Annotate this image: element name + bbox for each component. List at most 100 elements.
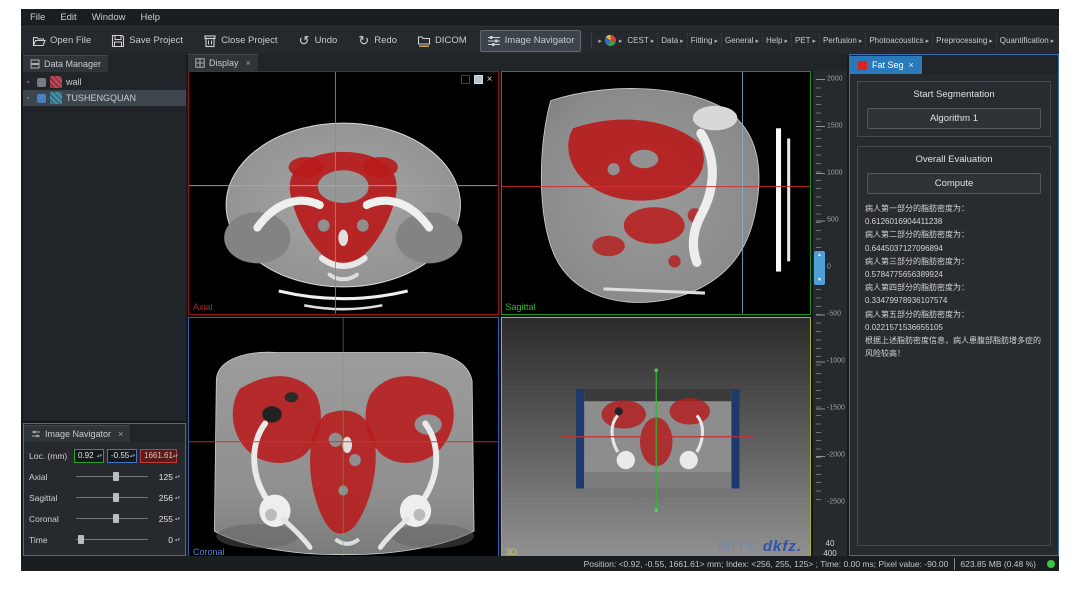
menu-preprocessing[interactable]: Preprocessing▸ <box>933 33 997 49</box>
dicom-label: DICOM <box>435 35 467 46</box>
menu-segmentation[interactable]: Segmentation▸ <box>1058 33 1059 49</box>
fat-seg-tab-label: Fat Seg <box>872 60 904 70</box>
open-file-icon <box>32 34 46 48</box>
lw-tick-label: -2000 <box>827 452 845 459</box>
submenu-arrow-icon: ▸ <box>755 37 759 45</box>
menu-perfusion[interactable]: Perfusion▸ <box>820 33 866 49</box>
slider-handle[interactable] <box>113 493 119 502</box>
redo-button[interactable]: ↻ Redo <box>350 30 404 51</box>
submenu-arrow-icon: ▸ <box>926 37 930 45</box>
sagittal-slider[interactable] <box>76 491 148 504</box>
spinner-arrows-icon[interactable]: ▴▾ <box>173 454 178 458</box>
menu-help[interactable]: Help <box>140 12 160 23</box>
overall-evaluation-title: Overall Evaluation <box>863 152 1045 173</box>
lw-tick-label: 2000 <box>827 76 843 83</box>
save-project-button[interactable]: Save Project <box>104 30 190 52</box>
coronal-slider-row: Coronal 255 ▴▾ <box>26 508 183 529</box>
sagittal-ct-image <box>502 72 811 314</box>
location-row: Loc. (mm) 0.92▴▾ -0.55▴▾ 1661.61▴▾ <box>26 445 183 466</box>
undo-button[interactable]: ↺ Undo <box>291 30 345 51</box>
spinner-arrows-icon[interactable]: ▴▾ <box>130 454 135 458</box>
coronal-view[interactable]: Coronal <box>188 317 499 561</box>
level-window-slider[interactable]: 2000 1500 1000 500 0 -500 -1000 -1500 -2… <box>813 71 847 560</box>
close-project-label: Close Project <box>221 35 278 46</box>
menu-photoacoustics[interactable]: Photoacoustics▸ <box>866 33 933 49</box>
spinner-arrows-icon[interactable]: ▴▾ <box>175 538 180 542</box>
time-slider[interactable] <box>76 533 148 546</box>
threed-view[interactable]: 3D MITK dkfz. <box>501 317 812 561</box>
tab-image-navigator[interactable]: Image Navigator × <box>24 425 130 442</box>
coronal-slider[interactable] <box>76 512 148 525</box>
lw-slider-handle[interactable]: ▲▼ <box>814 251 825 285</box>
menu-general[interactable]: General▸ <box>722 33 763 49</box>
undo-icon: ↺ <box>298 34 311 47</box>
spinner-arrows-icon[interactable]: ▴▾ <box>175 496 180 500</box>
slider-handle[interactable] <box>113 514 119 523</box>
menu-fitting[interactable]: Fitting▸ <box>688 33 722 49</box>
loc-x-spinbox[interactable]: 0.92▴▾ <box>74 449 104 463</box>
data-node-wall[interactable]: ▪ wall <box>23 74 186 90</box>
image-node-icon <box>50 92 62 104</box>
lw-tick-label: 0 <box>827 264 831 271</box>
tree-expander-icon[interactable]: ▪ <box>27 79 33 86</box>
axial-slider[interactable] <box>76 470 148 483</box>
image-navigator-label: Image Navigator <box>505 35 575 46</box>
tab-fat-seg[interactable]: Fat Seg × <box>850 56 922 74</box>
slider-handle[interactable] <box>113 472 119 481</box>
mitk-workbench-window: File Edit Window Help Open File Save Pro… <box>21 9 1059 571</box>
main-toolbar: Open File Save Project Close Project ↺ U… <box>21 26 1059 54</box>
menu-quantification[interactable]: Quantification▸ <box>997 33 1058 49</box>
close-tab-icon[interactable]: × <box>118 429 123 439</box>
submenu-arrow-icon: ▸ <box>813 37 817 45</box>
visibility-checkbox-on[interactable] <box>37 94 46 103</box>
quad-view-grid: × Axial <box>188 71 847 560</box>
tab-display[interactable]: Display × <box>188 54 258 71</box>
sagittal-view[interactable]: Sagittal <box>501 71 812 315</box>
toolbar-separator <box>591 33 592 49</box>
compute-button[interactable]: Compute <box>867 173 1042 194</box>
display-tab-icon <box>195 58 205 68</box>
image-navigator-tab-label: Image Navigator <box>45 429 111 439</box>
image-navigator-button[interactable]: Image Navigator <box>480 30 582 52</box>
menu-window[interactable]: Window <box>92 12 126 23</box>
open-file-button[interactable]: Open File <box>25 30 98 52</box>
menu-edit[interactable]: Edit <box>60 12 76 23</box>
menu-file[interactable]: File <box>30 12 45 23</box>
cursor-position-readout: Position: <0.92, -0.55, 1661.61> mm; Ind… <box>584 559 949 569</box>
spinner-arrows-icon[interactable]: ▴▾ <box>175 475 180 479</box>
level-value[interactable]: 40 <box>813 539 847 549</box>
visibility-checkbox-off[interactable] <box>37 78 46 87</box>
toolbar-extension-arrow[interactable]: ▸ <box>596 37 604 45</box>
time-slider-row: Time 0 ▴▾ <box>26 529 183 550</box>
fullscreen-icon[interactable]: × <box>487 75 493 84</box>
loc-z-spinbox[interactable]: 1661.61▴▾ <box>140 449 177 463</box>
lw-tick-label: -2500 <box>827 499 845 506</box>
close-project-button[interactable]: Close Project <box>196 30 285 52</box>
menu-pet[interactable]: PET▸ <box>792 33 820 49</box>
tab-data-manager[interactable]: Data Manager <box>23 55 108 72</box>
pin-icon[interactable] <box>461 75 470 84</box>
menu-help[interactable]: Help▸ <box>763 33 792 49</box>
loc-y-spinbox[interactable]: -0.55▴▾ <box>107 449 137 463</box>
axial-view[interactable]: × Axial <box>188 71 499 315</box>
menu-cest[interactable]: CEST▸ <box>624 33 658 49</box>
close-tab-icon[interactable]: × <box>246 58 251 68</box>
color-wheel-menu-arrow[interactable]: ▸ <box>617 37 625 45</box>
menu-data[interactable]: Data▸ <box>658 33 687 49</box>
spinner-arrows-icon[interactable]: ▴▾ <box>97 454 102 458</box>
spinner-arrows-icon[interactable]: ▴▾ <box>175 517 180 521</box>
slider-handle[interactable] <box>78 535 84 544</box>
result-line: 病人第四部分的脂肪密度为：0.33479978936107574 <box>865 281 1043 307</box>
submenu-arrow-icon: ▸ <box>680 37 684 45</box>
data-manager-tab-label: Data Manager <box>44 59 101 69</box>
close-tab-icon[interactable]: × <box>909 60 914 70</box>
color-wheel-icon[interactable] <box>604 34 617 47</box>
result-line: 病人第二部分的脂肪密度为：0.6445037127096894 <box>865 228 1043 254</box>
tree-expander-icon[interactable]: ▪ <box>27 95 33 102</box>
view-menu-icon[interactable] <box>474 75 483 84</box>
lw-tick-label: -1500 <box>827 405 845 412</box>
algorithm-1-button[interactable]: Algorithm 1 <box>867 108 1042 129</box>
dicom-button[interactable]: DICOM <box>410 30 474 52</box>
display-tabbar: Display × <box>188 54 847 71</box>
data-node-tushengquan[interactable]: ▪ TUSHENGQUAN <box>23 90 186 106</box>
